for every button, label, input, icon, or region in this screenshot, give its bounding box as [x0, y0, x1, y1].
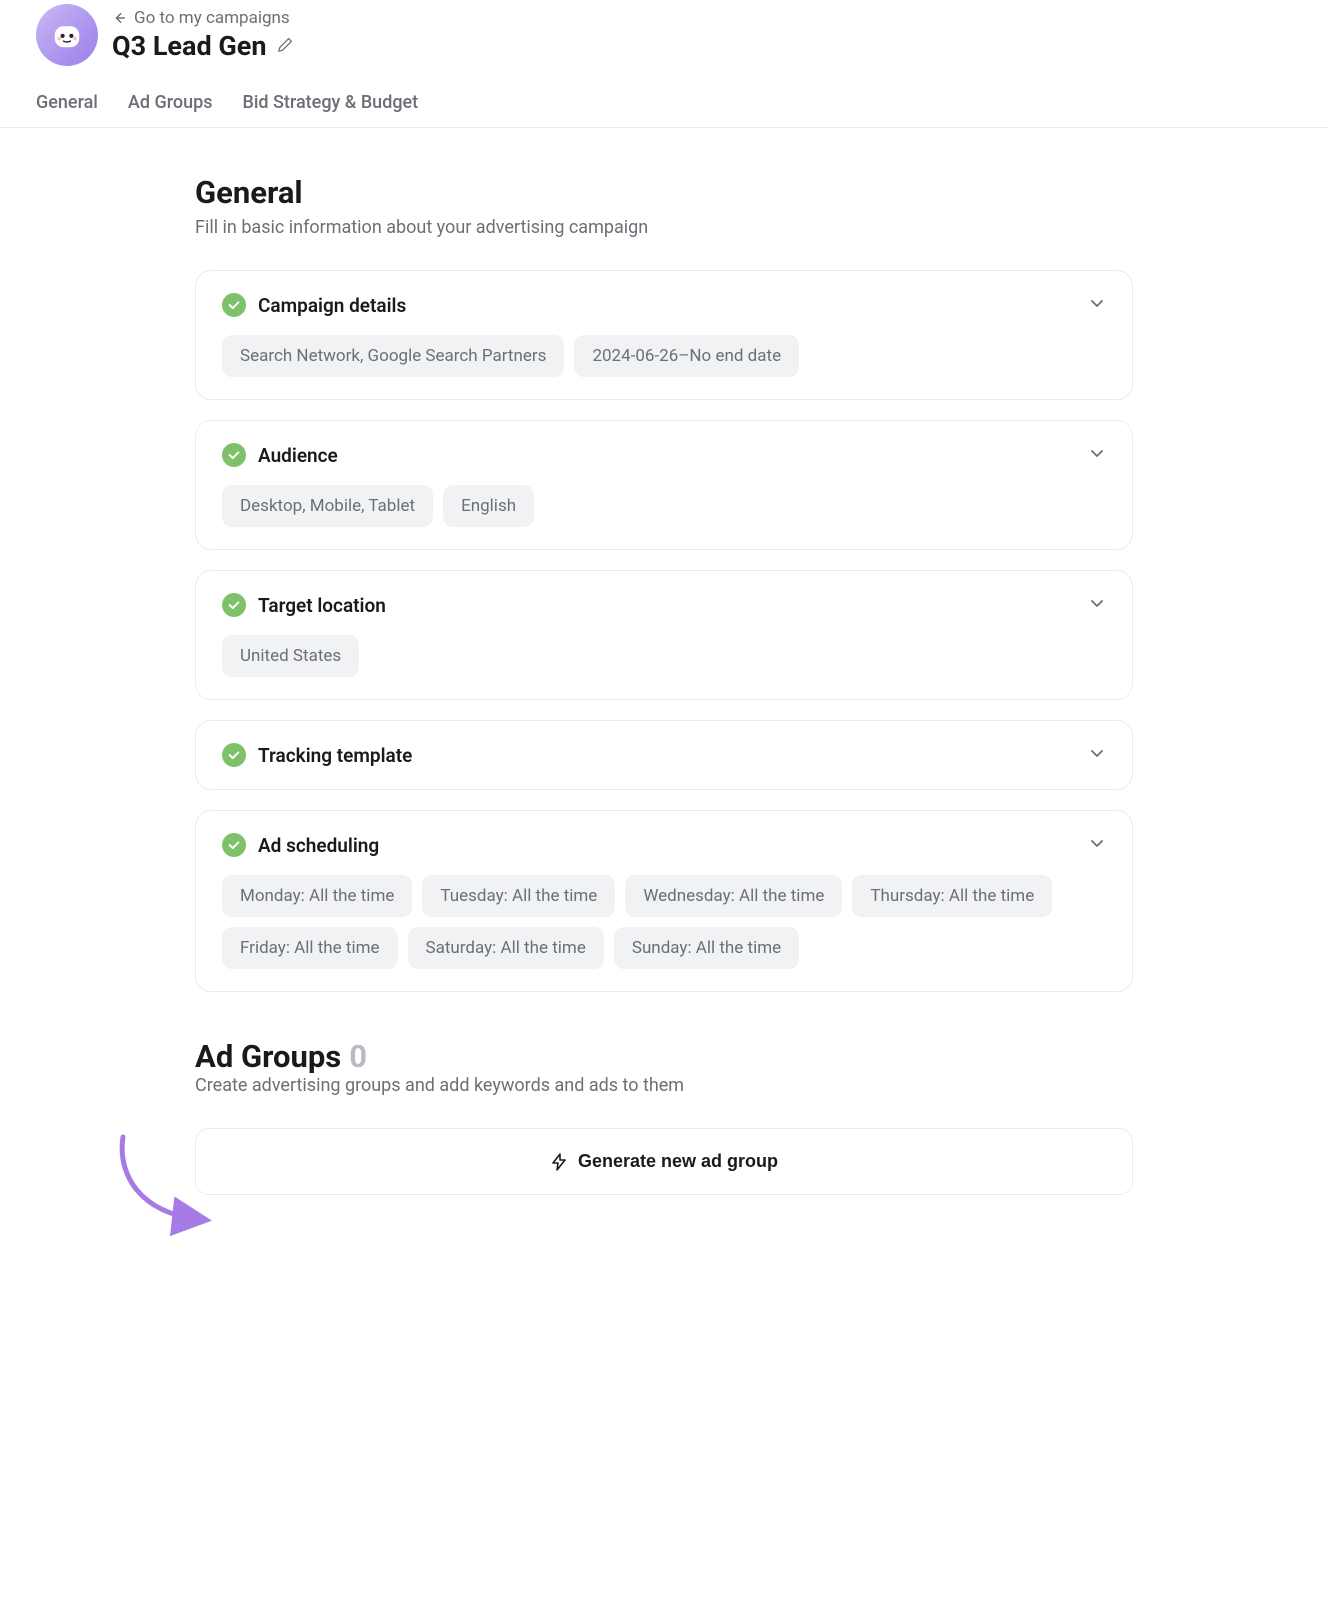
chevron-down-icon: [1088, 294, 1106, 316]
tab-bid-strategy[interactable]: Bid Strategy & Budget: [242, 92, 418, 127]
chevron-down-icon: [1088, 444, 1106, 466]
chip: Monday: All the time: [222, 875, 412, 917]
card-header-audience[interactable]: Audience: [222, 443, 1106, 467]
tab-ad-groups[interactable]: Ad Groups: [128, 92, 213, 127]
chip: Saturday: All the time: [408, 927, 604, 969]
chip: Search Network, Google Search Partners: [222, 335, 564, 377]
card-title: Ad scheduling: [258, 834, 1076, 857]
chevron-down-icon: [1088, 594, 1106, 616]
chip: Thursday: All the time: [852, 875, 1052, 917]
edit-title-button[interactable]: [277, 35, 295, 57]
chip: English: [443, 485, 534, 527]
chevron-down-icon: [1088, 834, 1106, 856]
card-header-tracking-template[interactable]: Tracking template: [222, 743, 1106, 767]
campaign-avatar: [36, 4, 98, 66]
campaign-title: Q3 Lead Gen: [112, 30, 267, 62]
card-campaign-details: Campaign details Search Network, Google …: [195, 270, 1133, 400]
main-content: General Fill in basic information about …: [195, 128, 1133, 1235]
check-icon: [222, 743, 246, 767]
generate-ad-group-button[interactable]: Generate new ad group: [195, 1128, 1133, 1195]
card-title: Audience: [258, 444, 1076, 467]
card-target-location: Target location United States: [195, 570, 1133, 700]
card-title: Tracking template: [258, 744, 1076, 767]
pencil-icon: [277, 35, 295, 53]
tab-bar: General Ad Groups Bid Strategy & Budget: [0, 66, 1328, 128]
card-ad-scheduling: Ad scheduling Monday: All the time Tuesd…: [195, 810, 1133, 992]
chip: United States: [222, 635, 359, 677]
avatar-icon: [46, 14, 88, 56]
chip: Desktop, Mobile, Tablet: [222, 485, 433, 527]
check-icon: [222, 593, 246, 617]
chip: Tuesday: All the time: [422, 875, 615, 917]
arrow-left-icon: [112, 11, 126, 25]
check-icon: [222, 293, 246, 317]
chip: Friday: All the time: [222, 927, 398, 969]
check-icon: [222, 833, 246, 857]
back-to-campaigns-link[interactable]: Go to my campaigns: [112, 8, 295, 28]
ad-groups-title: Ad Groups: [195, 1038, 341, 1075]
general-section-title: General: [195, 174, 1133, 211]
card-header-ad-scheduling[interactable]: Ad scheduling: [222, 833, 1106, 857]
chevron-down-icon: [1088, 744, 1106, 766]
card-header-target-location[interactable]: Target location: [222, 593, 1106, 617]
generate-button-label: Generate new ad group: [578, 1151, 778, 1172]
back-link-label: Go to my campaigns: [134, 8, 290, 28]
card-header-campaign-details[interactable]: Campaign details: [222, 293, 1106, 317]
ad-groups-count: 0: [349, 1038, 367, 1075]
card-title: Target location: [258, 594, 1076, 617]
card-tracking-template: Tracking template: [195, 720, 1133, 790]
chip: Wednesday: All the time: [625, 875, 842, 917]
card-title: Campaign details: [258, 294, 1076, 317]
bolt-icon: [550, 1153, 568, 1171]
page-header: Go to my campaigns Q3 Lead Gen: [0, 0, 1328, 66]
chip: Sunday: All the time: [614, 927, 799, 969]
card-audience: Audience Desktop, Mobile, Tablet English: [195, 420, 1133, 550]
tab-general[interactable]: General: [36, 92, 98, 127]
ad-groups-subtitle: Create advertising groups and add keywor…: [195, 1075, 1133, 1096]
general-section-subtitle: Fill in basic information about your adv…: [195, 217, 1133, 238]
ad-groups-heading: Ad Groups 0: [195, 1038, 1133, 1075]
chip: 2024-06-26–No end date: [574, 335, 799, 377]
check-icon: [222, 443, 246, 467]
